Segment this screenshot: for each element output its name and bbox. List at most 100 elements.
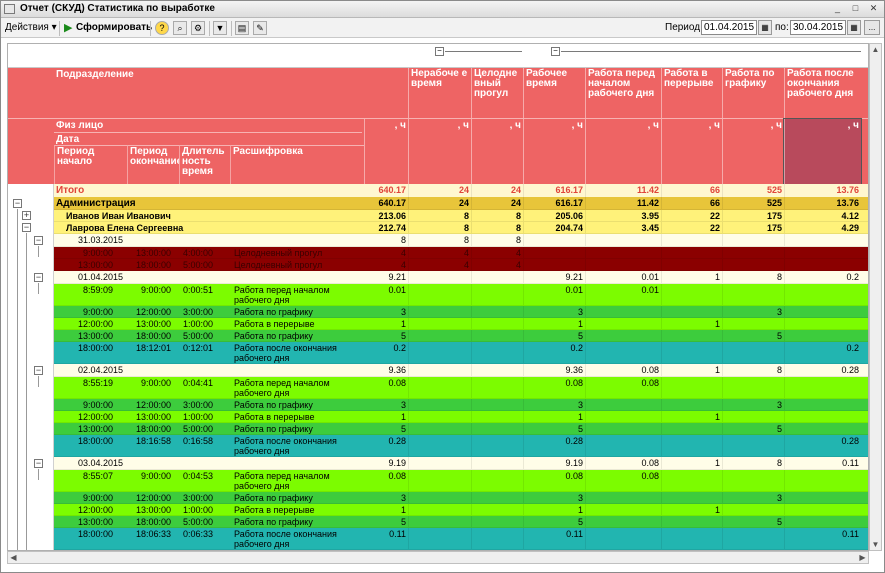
scroll-right-icon[interactable]: ▶: [857, 552, 868, 563]
detail-row[interactable]: 12:00:00 13:00:00 1:00:00 Работа в перерыве…: [8, 504, 868, 516]
date-row[interactable]: 31.03.2015 8 8 8: [8, 234, 868, 247]
collapse-icon[interactable]: −: [34, 236, 43, 245]
detail-row[interactable]: 9:00:00 12:00:00 3:00:00 Работа по графику 3…: [8, 492, 868, 504]
period-start: 9:00:00: [82, 248, 113, 258]
filter-icon[interactable]: ▼: [213, 21, 227, 35]
total-value: 8: [400, 235, 406, 245]
value-cell: 8: [471, 234, 523, 246]
value-cell: [585, 259, 661, 270]
detail-row[interactable]: 8:59:09 9:00:00 0:00:51 Работа перед начало…: [8, 284, 868, 306]
value-cell: [661, 492, 722, 503]
period-select-button[interactable]: ...: [864, 20, 880, 35]
value-cell: 24: [408, 197, 471, 209]
detail-row[interactable]: 9:00:00 12:00:00 3:00:00 Работа по графику 3…: [8, 399, 868, 411]
expand-icon[interactable]: +: [22, 211, 31, 220]
value-cell: 616.17: [523, 184, 585, 197]
absent-row[interactable]: 13:00:00 18:00:00 5:00:00 Целодневный прогу…: [8, 259, 868, 271]
date-to-field[interactable]: 30.04.2015: [790, 20, 846, 35]
value-cell: 1: [523, 318, 585, 329]
detail-text: Работа перед началом рабочего дня: [234, 378, 330, 398]
value-cell: [408, 377, 471, 398]
total-label: Итого: [56, 185, 85, 196]
vertical-scrollbar[interactable]: ▲ ▼: [869, 43, 882, 551]
value-cell: 3: [722, 492, 784, 503]
header-column: Нерабоче е время: [408, 68, 471, 118]
actions-menu[interactable]: Действия ▾: [5, 21, 57, 35]
horizontal-scrollbar[interactable]: ◀ ▶: [7, 551, 869, 564]
close-button[interactable]: ✕: [867, 3, 880, 15]
variant-icon[interactable]: ✎: [253, 21, 267, 35]
value-cell: [661, 330, 722, 341]
maximize-button[interactable]: □: [849, 3, 862, 15]
value-cell: [661, 516, 722, 527]
value-cell: [585, 342, 661, 363]
scroll-left-icon[interactable]: ◀: [8, 552, 19, 563]
search-icon[interactable]: ⌕: [173, 21, 187, 35]
detail-row[interactable]: 9:00:00 12:00:00 3:00:00 Работа по графику 3…: [8, 306, 868, 318]
collapse-icon[interactable]: −: [13, 199, 22, 208]
value-cell: 1: [661, 318, 722, 329]
layout-icon[interactable]: ▤: [235, 21, 249, 35]
total-value: 3: [400, 400, 406, 410]
header-subrow: Физ лицо Дата Период начало Период окончани…: [8, 118, 868, 186]
duration: 5:00:00: [183, 424, 214, 434]
value-cell: 66: [661, 184, 722, 197]
group-line: [445, 51, 522, 52]
collapse-icon[interactable]: −: [551, 47, 560, 56]
collapse-icon[interactable]: −: [34, 273, 43, 282]
value-cell: [661, 377, 722, 398]
value-cell: 66: [661, 197, 722, 209]
tree-line: [17, 209, 18, 550]
calendar-icon[interactable]: ▦: [758, 20, 772, 35]
detail-row[interactable]: 8:55:07 9:00:00 0:04:53 Работа перед начало…: [8, 470, 868, 492]
person-row[interactable]: Лаврова Елена Сергеевна 212.74 8 8 204.74 3.4…: [8, 222, 868, 234]
header-unit: , ч: [523, 119, 585, 185]
detail-row[interactable]: 13:00:00 18:00:00 5:00:00 Работа по графику…: [8, 423, 868, 435]
detail-row[interactable]: 13:00:00 18:00:00 5:00:00 Работа по графику…: [8, 516, 868, 528]
header-unit: , ч: [471, 119, 523, 185]
detail-text: Работа по графику: [234, 493, 313, 503]
absent-row[interactable]: 9:00:00 13:00:00 4:00:00 Целодневный прогул…: [8, 247, 868, 259]
period-end: 13:00:00: [135, 319, 171, 329]
collapse-icon[interactable]: −: [34, 366, 43, 375]
generate-button[interactable]: Сформировать: [76, 21, 152, 35]
value-cell: 3.95: [585, 210, 661, 221]
collapse-icon[interactable]: −: [34, 459, 43, 468]
duration: 0:04:53: [183, 471, 214, 481]
detail-row[interactable]: 8:55:19 9:00:00 0:04:41 Работа перед начало…: [8, 377, 868, 399]
value-cell: [722, 318, 784, 329]
value-cell: 5: [722, 516, 784, 527]
date-row[interactable]: 03.04.2015 9.19 9.19 0.08 1 8 0.11: [8, 457, 868, 470]
dept-row[interactable]: Администрация 640.17 24 24 616.17 11.42 66 525 1…: [8, 197, 868, 210]
date-from-field[interactable]: 01.04.2015: [701, 20, 757, 35]
value-cell: [408, 492, 471, 503]
calendar-icon[interactable]: ▦: [847, 20, 861, 35]
toolbar: Действия ▾ ▶ Сформировать ? ⌕ ⚙ ▼ ▤ ✎ Пе…: [1, 18, 884, 38]
value-cell: 1: [523, 411, 585, 422]
value-cell: [661, 470, 722, 491]
settings-icon[interactable]: ⚙: [191, 21, 205, 35]
value-cell: 1: [523, 504, 585, 515]
value-cell: [661, 423, 722, 434]
detail-row[interactable]: 12:00:00 13:00:00 1:00:00 Работа в перерыве…: [8, 318, 868, 330]
value-cell: 0.08: [523, 377, 585, 398]
date-row[interactable]: 02.04.2015 9.36 9.36 0.08 1 8 0.28: [8, 364, 868, 377]
detail-row[interactable]: 13:00:00 18:00:00 5:00:00 Работа по графику…: [8, 330, 868, 342]
detail-row[interactable]: 18:00:00 18:16:58 0:16:58 Работа после окон…: [8, 435, 868, 457]
value-cell: [784, 330, 861, 341]
collapse-icon[interactable]: −: [22, 223, 31, 232]
detail-text: Работа по графику: [234, 331, 313, 341]
scroll-down-icon[interactable]: ▼: [870, 539, 881, 550]
scroll-up-icon[interactable]: ▲: [870, 44, 881, 55]
detail-row[interactable]: 18:00:00 18:06:33 0:06:33 Работа после окон…: [8, 528, 868, 550]
help-icon[interactable]: ?: [155, 21, 169, 35]
minimize-button[interactable]: _: [831, 3, 844, 15]
collapse-icon[interactable]: −: [435, 47, 444, 56]
detail-row[interactable]: 18:00:00 18:12:01 0:12:01 Работа после окон…: [8, 342, 868, 364]
duration: 1:00:00: [183, 319, 214, 329]
date-label: 01.04.2015: [78, 272, 124, 282]
date-row[interactable]: 01.04.2015 9.21 9.21 0.01 1 8 0.2: [8, 271, 868, 284]
person-row[interactable]: Иванов Иван Иванович 213.06 8 8 205.06 3.95 22…: [8, 210, 868, 222]
total-value: 3: [400, 307, 406, 317]
detail-row[interactable]: 12:00:00 13:00:00 1:00:00 Работа в перерыве…: [8, 411, 868, 423]
